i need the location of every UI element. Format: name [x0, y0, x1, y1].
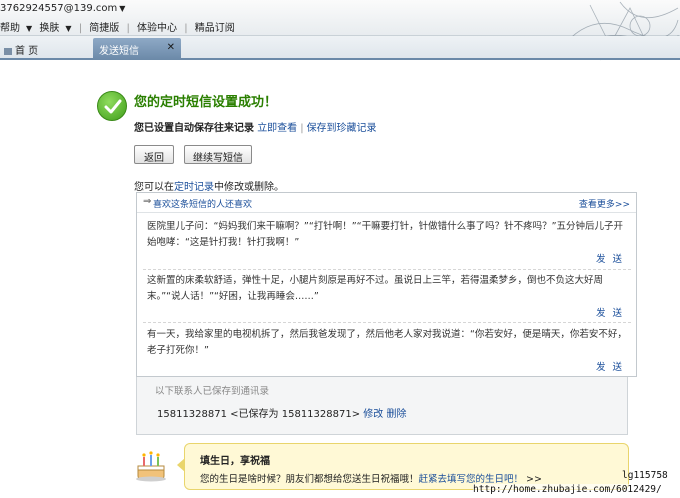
home-icon: [4, 48, 12, 55]
tab-strip: 首 页 发送短信 ✕: [0, 36, 680, 60]
edit-contact-link[interactable]: 修改: [363, 409, 383, 420]
delete-contact-link[interactable]: 删除: [386, 409, 406, 420]
recommend-panel: ⇒ 喜欢这条短信的人还喜欢 查看更多>> 医院里儿子问：“妈妈我们来干嘛啊？”“…: [136, 192, 637, 377]
close-icon[interactable]: ✕: [167, 42, 175, 53]
saved-text: 您已设置自动保存往来记录: [134, 123, 254, 134]
tab-send-sms[interactable]: 发送短信 ✕: [93, 38, 181, 60]
menu-simple[interactable]: 简捷版: [89, 23, 119, 34]
menu-help[interactable]: 帮助: [0, 23, 20, 34]
watermark-user: lg115758: [622, 470, 668, 481]
birthday-cake-icon: [136, 451, 166, 482]
chevron-down-icon: ▼: [65, 24, 72, 33]
send-button[interactable]: 发 送: [596, 305, 624, 319]
top-bar: 3762924557@139.com ▼ 帮助 ▼ 换肤 ▼ | 简捷版 | 体验中心…: [0, 0, 680, 61]
view-more-link[interactable]: 查看更多>>: [579, 197, 630, 210]
saved-contacts-box: 以下联系人已保存到通讯录 15811328871 <已保存为 158113288…: [136, 377, 628, 435]
divider: [143, 269, 631, 270]
save-collection-link[interactable]: 保存到珍藏记录: [307, 123, 377, 134]
birthday-prompt: 填生日，享祝福 您的生日是啥时候？朋友们都想给您送生日祝福哦！赶紧去填写您的生日…: [177, 443, 629, 490]
saved-record-line: 您已设置自动保存往来记录 立即查看 | 保存到珍藏记录: [134, 119, 377, 134]
top-menu: 帮助 ▼ 换肤 ▼ | 简捷版 | 体验中心 | 精品订阅: [0, 19, 239, 34]
page-title: 您的定时短信设置成功！: [134, 95, 278, 110]
birthday-question-text: 您的生日是啥时候？朋友们都想给您送生日祝福哦！: [200, 474, 419, 485]
divider: [143, 322, 631, 323]
menu-subscribe[interactable]: 精品订阅: [195, 23, 235, 34]
contact-saved-as: <已保存为 15811328871>: [227, 409, 364, 420]
back-button[interactable]: 返回: [134, 145, 174, 164]
chevron-down-icon: ▼: [26, 24, 33, 33]
birthday-title: 填生日，享祝福: [200, 456, 270, 467]
modify-note: 您可以在定时记录中修改或删除。: [134, 178, 284, 193]
view-now-link[interactable]: 立即查看: [257, 123, 297, 134]
send-button[interactable]: 发 送: [596, 251, 624, 265]
continue-writing-button[interactable]: 继续写短信: [184, 145, 252, 164]
recommend-title: 喜欢这条短信的人还喜欢: [153, 200, 253, 210]
tab-send-sms-label: 发送短信: [99, 46, 139, 57]
contacts-hint: 以下联系人已保存到通讯录: [155, 386, 270, 397]
watermark-url: http://home.zhubajie.com/6012429/: [473, 484, 662, 495]
list-item: 有一天，我给家里的电视机拆了，然后我爸发现了，然后他老人家对我说道：“你若安好，…: [147, 329, 627, 356]
success-check-icon: [97, 91, 127, 121]
divider: |: [184, 23, 188, 34]
divider: |: [78, 23, 83, 34]
divider: |: [126, 23, 130, 34]
recommend-header: ⇒ 喜欢这条短信的人还喜欢 查看更多>>: [137, 193, 636, 213]
list-item: 医院里儿子问：“妈妈我们来干嘛啊？”“打针啊！”“干嘛要打针，针做错什么事了吗？…: [147, 221, 624, 248]
contact-number: 15811328871: [157, 409, 227, 420]
tab-home-label: 首 页: [15, 46, 39, 57]
send-button[interactable]: 发 送: [596, 359, 624, 373]
account-menu[interactable]: 3762924557@139.com ▼: [0, 3, 125, 14]
birthday-question: 您的生日是啥时候？朋友们都想给您送生日祝福哦！赶紧去填写您的生日吧！ >>: [200, 471, 542, 485]
chevron-down-icon: ▼: [119, 4, 126, 13]
account-email: 3762924557@139.com: [0, 3, 118, 14]
divider: |: [300, 123, 304, 134]
arrow-right-icon: ⇒: [143, 196, 152, 207]
menu-skin[interactable]: 换肤: [39, 23, 59, 34]
list-item: 这新置的床柔软舒适，弹性十足，小腿片刻原是再好不过。虽说日上三竿，若得温柔梦乡，…: [147, 275, 604, 302]
tab-home[interactable]: 首 页: [0, 38, 46, 60]
menu-experience[interactable]: 体验中心: [137, 23, 177, 34]
contact-entry: 15811328871 <已保存为 15811328871> 修改 删除: [157, 405, 406, 420]
